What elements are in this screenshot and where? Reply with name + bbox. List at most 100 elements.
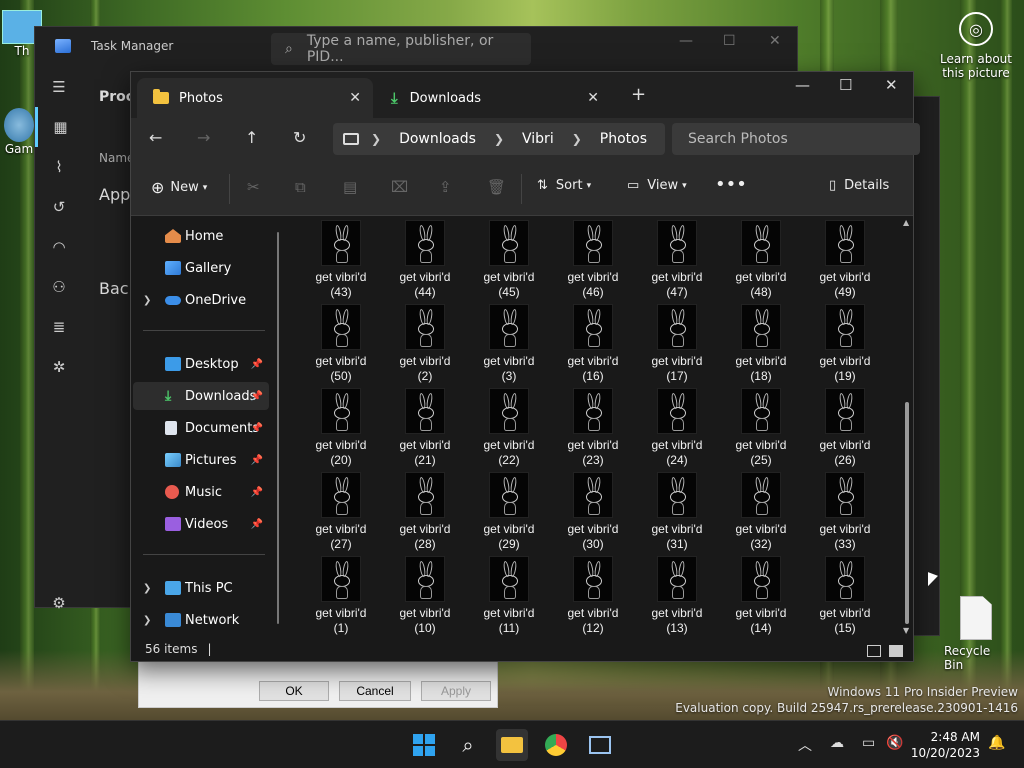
sidebar-item-network[interactable]: ❯ Network [133,606,269,634]
hamburger-icon[interactable]: ☰ [35,67,83,107]
file-item[interactable]: get vibri'd (22) [467,386,551,470]
desktop-icon-2[interactable]: Gam [4,108,34,156]
details-icon[interactable]: ≣ [35,307,83,347]
large-icons-view-icon[interactable] [889,645,903,657]
delete-icon[interactable]: 🗑 [487,178,506,196]
file-item[interactable]: get vibri'd (50) [299,302,383,386]
file-item[interactable]: get vibri'd (19) [803,302,887,386]
maximize-icon[interactable]: ☐ [839,76,852,94]
maximize-icon[interactable]: ☐ [723,33,736,49]
new-button[interactable]: ⊕ New ▾ [151,178,207,197]
chevron-up-icon[interactable]: ︿ [798,735,812,755]
details-view-icon[interactable] [867,645,881,657]
file-item[interactable]: get vibri'd (18) [719,302,803,386]
startup-icon[interactable]: ◠ [35,227,83,267]
pin-icon[interactable]: 📌 [251,423,263,434]
file-item[interactable]: get vibri'd (32) [719,470,803,554]
minimize-icon[interactable]: — [679,33,693,49]
pin-icon[interactable]: 📌 [251,455,263,466]
view-button[interactable]: ▭ View ▾ [627,178,687,193]
file-item[interactable]: get vibri'd (24) [635,386,719,470]
task-manager-taskbar-icon[interactable] [584,729,616,761]
more-options-icon[interactable]: ••• [715,174,747,195]
chevron-right-icon[interactable]: ❯ [143,583,151,594]
learn-about-picture[interactable]: ◎ Learn about this picture [938,12,1014,80]
file-item[interactable]: get vibri'd (14) [719,554,803,638]
file-item[interactable]: get vibri'd (29) [467,470,551,554]
share-icon[interactable]: ⇪ [439,178,452,196]
sidebar-item-this-pc[interactable]: ❯ This PC [133,574,269,602]
file-item[interactable]: get vibri'd (3) [467,302,551,386]
task-manager-search[interactable]: ⌕ Type a name, publisher, or PID... [271,33,531,65]
apply-button[interactable]: Apply [421,681,491,701]
settings-icon[interactable]: ⚙ [35,583,83,623]
file-item[interactable]: get vibri'd (49) [803,218,887,302]
pin-icon[interactable]: 📌 [251,519,263,530]
new-tab-icon[interactable]: + [631,84,646,105]
file-item[interactable]: get vibri'd (16) [551,302,635,386]
processes-icon[interactable]: ▦ [35,107,83,147]
chevron-right-icon[interactable]: ❯ [494,132,504,146]
notification-bell-icon[interactable]: 🔔 [988,735,1005,751]
scroll-up-icon[interactable]: ▲ [903,218,909,227]
file-item[interactable]: get vibri'd (17) [635,302,719,386]
breadcrumb-downloads[interactable]: Downloads [399,131,476,147]
file-item[interactable]: get vibri'd (12) [551,554,635,638]
file-item[interactable]: get vibri'd (30) [551,470,635,554]
copy-icon[interactable]: ⧉ [295,178,306,196]
up-arrow-icon[interactable]: ↑ [245,128,258,147]
breadcrumb[interactable]: ❯ Downloads ❯ Vibri ❯ Photos [333,123,665,155]
file-item[interactable]: get vibri'd (23) [551,386,635,470]
pin-icon[interactable]: 📌 [251,359,263,370]
file-item[interactable]: get vibri'd (2) [383,302,467,386]
file-item[interactable]: get vibri'd (26) [803,386,887,470]
paste-icon[interactable]: ▤ [343,178,357,196]
users-icon[interactable]: ⚇ [35,267,83,307]
file-item[interactable]: get vibri'd (28) [383,470,467,554]
file-item[interactable]: get vibri'd (45) [467,218,551,302]
sidebar-item-downloads[interactable]: ⤓ Downloads 📌 [133,382,269,410]
file-item[interactable]: get vibri'd (31) [635,470,719,554]
start-button[interactable] [408,729,440,761]
sidebar-item-onedrive[interactable]: ❯ OneDrive [133,286,269,314]
file-item[interactable]: get vibri'd (25) [719,386,803,470]
nav-scrollbar[interactable] [277,232,279,624]
sidebar-item-pictures[interactable]: Pictures 📌 [133,446,269,474]
search-input[interactable]: Search Photos [672,123,920,155]
file-item[interactable]: get vibri'd (47) [635,218,719,302]
file-item[interactable]: get vibri'd (10) [383,554,467,638]
scroll-down-icon[interactable]: ▼ [903,626,909,635]
refresh-icon[interactable]: ↻ [293,128,306,147]
chevron-right-icon[interactable]: ❯ [143,295,151,306]
sidebar-item-home[interactable]: Home [133,222,269,250]
file-item[interactable]: get vibri'd (13) [635,554,719,638]
search-icon[interactable]: ⌕ [452,729,484,761]
chevron-right-icon[interactable]: ❯ [371,132,381,146]
pin-icon[interactable]: 📌 [251,487,263,498]
chevron-right-icon[interactable]: ❯ [572,132,582,146]
breadcrumb-photos[interactable]: Photos [600,131,647,147]
details-button[interactable]: ▯ Details [829,178,889,193]
onedrive-icon[interactable]: ☁ [830,735,844,751]
scrollbar-thumb[interactable] [905,402,909,624]
file-item[interactable]: get vibri'd (21) [383,386,467,470]
breadcrumb-vibri[interactable]: Vibri [522,131,554,147]
file-explorer-taskbar-icon[interactable] [496,729,528,761]
sidebar-item-documents[interactable]: Documents 📌 [133,414,269,442]
display-icon[interactable]: ▭ [862,735,875,751]
sort-button[interactable]: ⇅ Sort ▾ [537,178,591,193]
ok-button[interactable]: OK [259,681,329,701]
clock[interactable]: 2:48 AM 10/20/2023 [911,729,980,761]
file-item[interactable]: get vibri'd (20) [299,386,383,470]
forward-arrow-icon[interactable]: → [197,128,210,147]
pin-icon[interactable]: 📌 [251,391,263,402]
app-history-icon[interactable]: ↺ [35,187,83,227]
services-icon[interactable]: ✲ [35,347,83,387]
volume-muted-icon[interactable]: 🔇 [886,735,903,751]
chevron-right-icon[interactable]: ❯ [143,615,151,626]
close-tab-icon[interactable]: ✕ [349,90,361,106]
file-explorer-window[interactable]: Photos ✕ ⤓ Downloads ✕ + — ☐ ✕ ← → ↑ ↻ ❯… [130,71,920,662]
close-icon[interactable]: ✕ [885,76,898,94]
file-item[interactable]: get vibri'd (44) [383,218,467,302]
sidebar-item-gallery[interactable]: Gallery [133,254,269,282]
